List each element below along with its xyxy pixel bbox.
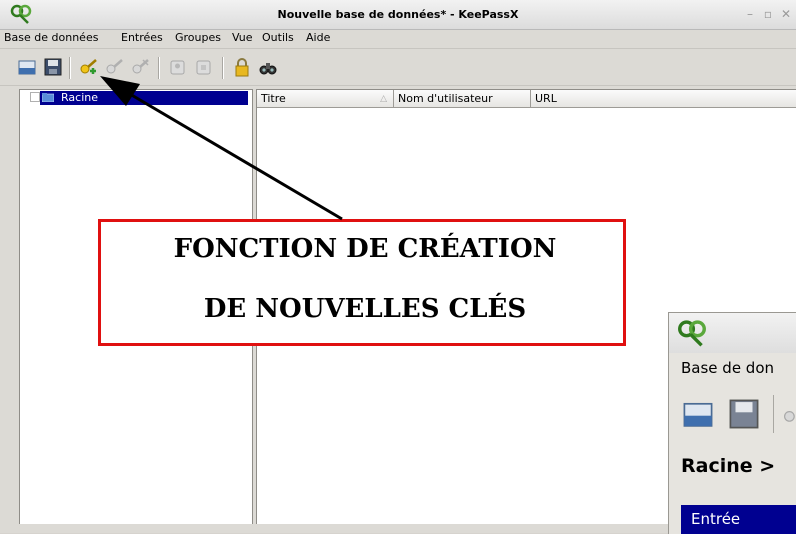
menu-database[interactable]: Base de données: [4, 31, 98, 44]
copy-password-icon[interactable]: [194, 57, 214, 77]
annotation-callout: FONCTION DE CRÉATION DE NOUVELLES CLÉS: [98, 219, 626, 346]
breadcrumb[interactable]: Racine >: [681, 455, 775, 477]
inset-menu-database[interactable]: Base de don: [681, 359, 774, 377]
tree-item-label: Racine: [61, 91, 98, 104]
inset-toolbar: [669, 387, 796, 437]
column-header-title-label: Titre: [261, 92, 286, 105]
copy-username-icon[interactable]: [168, 57, 188, 77]
new-database-icon[interactable]: [681, 397, 715, 431]
folder-icon: [42, 93, 54, 102]
zoomed-inset-window: Base de don Racine > Entrée: [668, 312, 796, 534]
toolbar-separator: [222, 57, 224, 79]
new-database-icon[interactable]: [17, 57, 37, 77]
menu-groups[interactable]: Groupes: [175, 31, 221, 44]
column-header-username[interactable]: Nom d'utilisateur: [394, 90, 531, 108]
sort-indicator-icon: △: [380, 94, 387, 104]
toolbar: [0, 48, 796, 86]
inset-title-bar: [669, 313, 796, 353]
edit-entry-icon[interactable]: [781, 399, 796, 429]
window-title: Nouvelle base de données* - KeePassX: [277, 8, 519, 21]
callout-line-1: FONCTION DE CRÉATION: [173, 234, 557, 264]
menu-bar: Base de données Entrées Groupes Vue Outi…: [0, 29, 796, 47]
toolbar-separator: [773, 395, 774, 433]
add-entry-icon[interactable]: [78, 57, 98, 77]
column-header-url[interactable]: URL: [531, 90, 796, 108]
menu-entries[interactable]: Entrées: [121, 31, 163, 44]
column-header-title[interactable]: Titre △: [257, 90, 394, 108]
close-icon[interactable]: ✕: [778, 6, 794, 22]
save-icon[interactable]: [727, 397, 761, 431]
title-bar: Nouvelle base de données* - KeePassX – ▫…: [0, 0, 796, 30]
minimize-icon[interactable]: –: [742, 6, 758, 22]
callout-line-2: DE NOUVELLES CLÉS: [203, 294, 527, 324]
edit-entry-icon[interactable]: [104, 57, 124, 77]
maximize-icon[interactable]: ▫: [760, 6, 776, 22]
keepassx-logo-icon: [678, 320, 706, 347]
search-icon[interactable]: [258, 57, 278, 77]
column-header-url-label: URL: [535, 92, 557, 105]
menu-tools[interactable]: Outils: [262, 31, 294, 44]
menu-view[interactable]: Vue: [232, 31, 253, 44]
toolbar-separator: [69, 57, 71, 79]
tree-item-racine[interactable]: Racine: [40, 91, 248, 105]
lock-icon[interactable]: [232, 57, 252, 77]
tree-expander-icon[interactable]: [30, 92, 40, 102]
save-icon[interactable]: [43, 57, 63, 77]
inset-entry-row[interactable]: Entrée: [681, 505, 796, 534]
menu-help[interactable]: Aide: [306, 31, 330, 44]
toolbar-separator: [158, 57, 160, 79]
clone-entry-icon[interactable]: [130, 57, 150, 77]
column-header-username-label: Nom d'utilisateur: [398, 92, 493, 105]
